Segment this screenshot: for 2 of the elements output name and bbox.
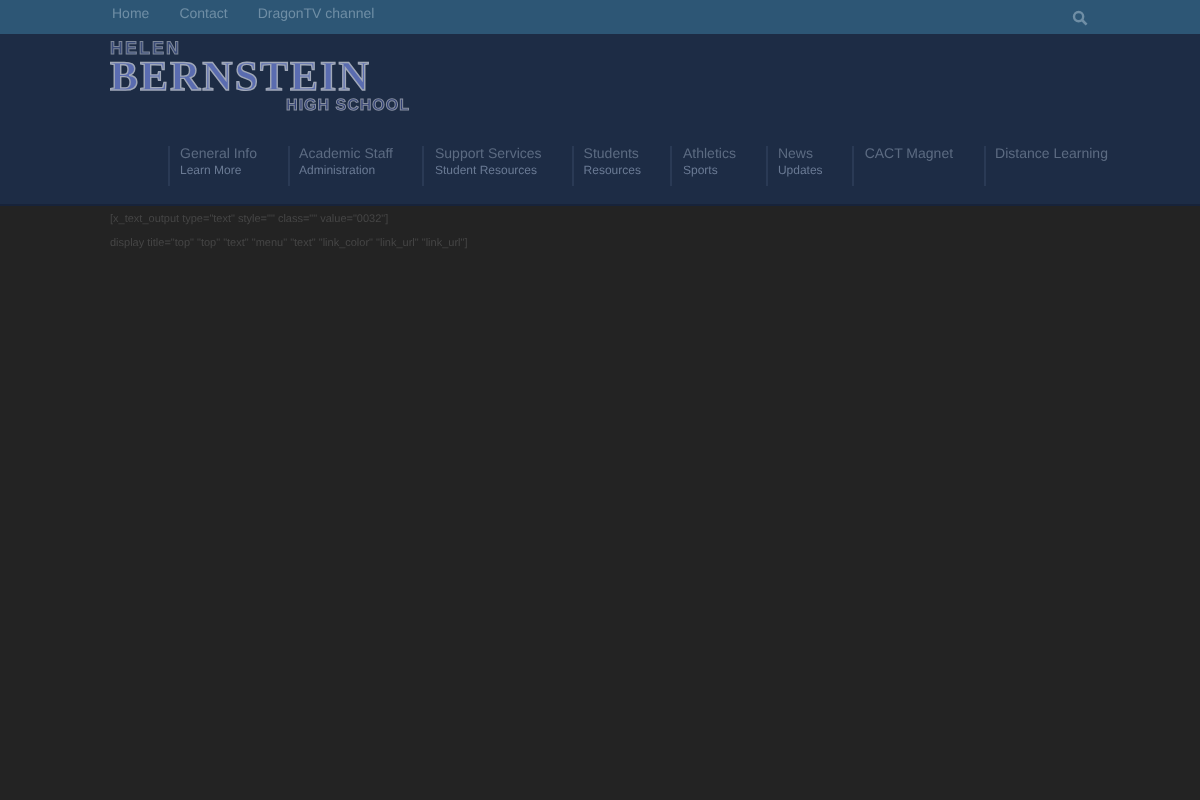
search-icon[interactable] (1072, 9, 1088, 25)
school-logo[interactable]: HELEN BERNSTEIN HIGH SCHOOL (110, 40, 410, 114)
